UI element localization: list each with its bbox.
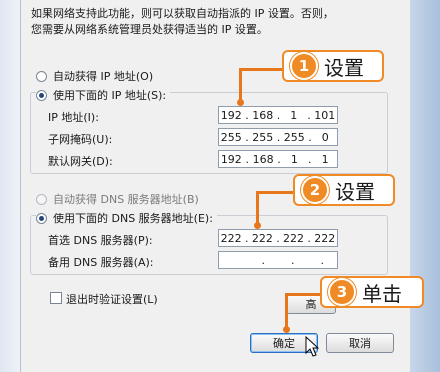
ip-octet-4: 101 (314, 108, 336, 122)
gateway-field[interactable]: 192. 168. 1. 1 (218, 150, 338, 168)
callout-3-leader-v (285, 293, 288, 329)
callout-1-number: 1 (290, 52, 318, 80)
intro-line-2: 您需要从网络系统管理员处获得适当的 IP 设置。 (31, 23, 268, 36)
ok-button-label: 确定 (273, 337, 295, 350)
ip-manual-radio[interactable] (36, 89, 47, 101)
mask-octet-3: 255 (283, 130, 305, 144)
intro-text: 如果网络支持此功能，则可以获取自动指派的 IP 设置。否则， 您需要从网络系统管… (31, 6, 391, 38)
dns-manual-label: 使用下面的 DNS 服务器地址(E): (53, 212, 213, 225)
ip-octet-2: 168 (252, 108, 274, 122)
callout-1-leader-v (239, 68, 242, 102)
intro-line-1: 如果网络支持此功能，则可以获取自动指派的 IP 设置。否则， (31, 7, 334, 20)
preferred-dns-field[interactable]: 222. 222. 222. 222 (218, 229, 338, 247)
dns-auto-label: 自动获得 DNS 服务器地址(B) (53, 193, 199, 206)
subnet-mask-field[interactable]: 255. 255. 255. 0 (218, 128, 338, 146)
gw-octet-4: 1 (321, 152, 329, 166)
subnet-mask-label: 子网掩码(U): (48, 133, 113, 146)
ip-address-label: IP 地址(I): (48, 111, 99, 124)
gw-octet-3: 1 (290, 152, 298, 166)
mouse-pointer-icon (305, 336, 319, 357)
dns-manual-option[interactable]: 使用下面的 DNS 服务器地址(E): (36, 210, 217, 226)
ip-manual-label: 使用下面的 IP 地址(S): (53, 89, 167, 102)
dns-manual-radio[interactable] (36, 212, 47, 224)
gw-octet-1: 192 (220, 152, 242, 166)
cancel-button-label: 取消 (349, 337, 371, 350)
pdns-octet-1: 222 (220, 231, 242, 245)
ip-octet-3: 1 (290, 108, 298, 122)
callout-2-dot (254, 222, 261, 229)
mask-octet-4: 0 (321, 130, 329, 144)
gw-octet-2: 168 (252, 152, 274, 166)
callout-1-dot (237, 99, 244, 106)
preferred-dns-label: 首选 DNS 服务器(P): (48, 234, 153, 247)
background-left (0, 0, 20, 372)
ip-manual-option[interactable]: 使用下面的 IP 地址(S): (36, 87, 171, 103)
callout-1: 1 设置 (282, 50, 384, 82)
pdns-octet-2: 222 (251, 231, 273, 245)
callout-3-leader-h (285, 293, 323, 296)
alternate-dns-label: 备用 DNS 服务器(A): (48, 256, 154, 269)
mask-octet-1: 255 (220, 130, 242, 144)
pdns-octet-3: 222 (283, 231, 305, 245)
alternate-dns-field[interactable]: ... (218, 251, 338, 269)
adns-dot-1: . (261, 253, 266, 267)
background-right (410, 0, 440, 372)
dns-auto-radio[interactable] (36, 193, 47, 205)
adns-dot-3: . (320, 253, 325, 267)
adns-dot-2: . (291, 253, 295, 267)
ip-auto-option[interactable]: 自动获得 IP 地址(O) (36, 68, 153, 84)
callout-2: 2 设置 (293, 174, 395, 206)
callout-2-leader-v (256, 191, 259, 225)
callout-2-number: 2 (301, 176, 329, 204)
gateway-label: 默认网关(D): (48, 155, 113, 168)
mask-octet-2: 255 (252, 130, 274, 144)
callout-3-dot (283, 326, 290, 333)
pdns-octet-4: 222 (314, 231, 336, 245)
cancel-button[interactable]: 取消 (326, 333, 394, 353)
ip-auto-label: 自动获得 IP 地址(O) (53, 70, 154, 83)
ip-address-field[interactable]: 192. 168. 1. 101 (218, 106, 338, 124)
advanced-button-label: 高 (305, 298, 317, 311)
callout-2-text: 设置 (335, 179, 375, 204)
dns-auto-option[interactable]: 自动获得 DNS 服务器地址(B) (36, 191, 199, 207)
callout-3-number: 3 (328, 278, 356, 306)
validate-checkbox[interactable] (50, 292, 62, 304)
callout-3-text: 单击 (362, 281, 402, 306)
callout-3: 3 单击 (320, 276, 424, 308)
callout-1-leader-h (239, 68, 285, 71)
callout-1-text: 设置 (324, 55, 364, 80)
validate-label: 退出时验证设置(L) (66, 293, 158, 306)
callout-2-leader-h (256, 191, 296, 194)
ip-octet-1: 192 (220, 108, 242, 122)
ip-auto-radio[interactable] (36, 70, 47, 82)
